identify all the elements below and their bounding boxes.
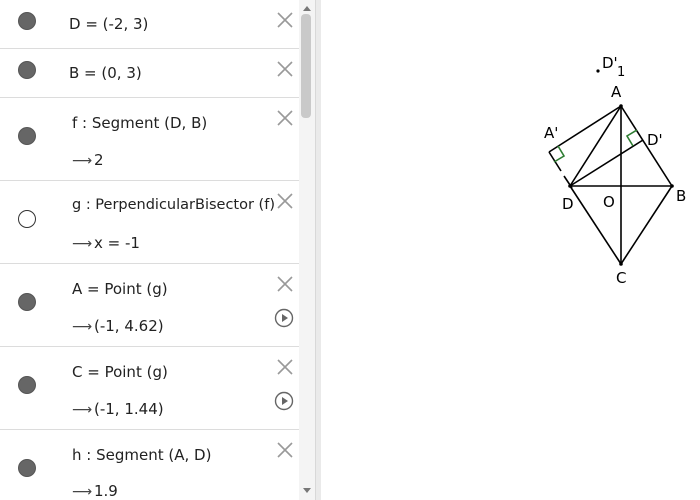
point-C[interactable] <box>619 262 623 266</box>
value-text-f: 2 <box>94 151 104 169</box>
definition-C[interactable]: C = Point (g) <box>72 363 168 381</box>
definition-f[interactable]: f : Segment (D, B) <box>72 114 207 132</box>
label-A-prime: A' <box>544 124 558 142</box>
label-D-prime: D' <box>647 131 663 149</box>
segment-DD-prime[interactable] <box>569 139 644 187</box>
close-icon[interactable] <box>276 441 294 459</box>
visibility-toggle-A[interactable] <box>18 293 36 311</box>
algebra-scrollbar[interactable] <box>299 0 315 500</box>
play-icon[interactable] <box>274 391 294 411</box>
algebra-row-h[interactable]: h : Segment (A, D) ⟶ 1.9 <box>0 430 299 500</box>
label-D-prime-1: D' <box>602 54 618 72</box>
algebra-row-f[interactable]: f : Segment (D, B) ⟶ 2 <box>0 98 299 181</box>
visibility-toggle-D[interactable] <box>18 12 36 30</box>
arrow-icon: ⟶ <box>72 319 93 335</box>
value-C: ⟶ (-1, 1.44) <box>72 400 164 418</box>
point-D-prime-1[interactable] <box>596 69 600 73</box>
close-icon[interactable] <box>276 275 294 293</box>
value-A: ⟶ (-1, 4.62) <box>72 317 164 335</box>
visibility-toggle-B[interactable] <box>18 61 36 79</box>
arrow-icon: ⟶ <box>72 153 93 169</box>
algebra-view: D = (-2, 3) B = (0, 3) f : Segment (D, B… <box>0 0 299 500</box>
close-icon[interactable] <box>276 192 294 210</box>
point-B[interactable] <box>670 184 674 188</box>
segment-BC[interactable] <box>620 185 673 265</box>
arrow-icon: ⟶ <box>72 484 93 500</box>
point-A[interactable] <box>619 104 623 108</box>
scroll-down-arrow-icon[interactable] <box>302 486 312 496</box>
close-icon[interactable] <box>276 358 294 376</box>
arrow-icon: ⟶ <box>72 402 93 418</box>
visibility-toggle-h[interactable] <box>18 459 36 477</box>
value-text-h: 1.9 <box>94 482 118 500</box>
value-g: ⟶ x = -1 <box>72 234 140 252</box>
play-icon[interactable] <box>274 308 294 328</box>
label-B: B <box>676 187 686 205</box>
visibility-toggle-f[interactable] <box>18 127 36 145</box>
value-f: ⟶ 2 <box>72 151 104 169</box>
graphics-view[interactable]: A B C D O A' D' D' 1 <box>321 0 700 500</box>
definition-D[interactable]: D = (-2, 3) <box>69 15 148 33</box>
definition-B[interactable]: B = (0, 3) <box>69 64 142 82</box>
value-text-g: x = -1 <box>94 234 140 252</box>
value-h: ⟶ 1.9 <box>72 482 118 500</box>
visibility-toggle-g[interactable] <box>18 210 36 228</box>
definition-h[interactable]: h : Segment (A, D) <box>72 446 211 464</box>
right-angle-mark-D-prime <box>625 129 638 147</box>
label-D: D <box>562 195 574 213</box>
label-D-prime-1-subscript: 1 <box>617 65 625 80</box>
segment-AA-prime[interactable] <box>548 105 622 153</box>
close-icon[interactable] <box>276 11 294 29</box>
label-C: C <box>616 269 626 287</box>
algebra-row-A[interactable]: A = Point (g) ⟶ (-1, 4.62) <box>0 264 299 347</box>
algebra-row-D[interactable]: D = (-2, 3) <box>0 0 299 49</box>
segment-DA[interactable] <box>569 105 622 187</box>
algebra-row-C[interactable]: C = Point (g) ⟶ (-1, 1.44) <box>0 347 299 430</box>
close-icon[interactable] <box>276 60 294 78</box>
visibility-toggle-C[interactable] <box>18 376 36 394</box>
value-text-A: (-1, 4.62) <box>94 317 164 335</box>
algebra-row-B[interactable]: B = (0, 3) <box>0 49 299 98</box>
label-A: A <box>611 83 622 101</box>
definition-g[interactable]: g : PerpendicularBisector (f) <box>72 197 275 213</box>
label-O: O <box>603 193 615 211</box>
scroll-up-arrow-icon[interactable] <box>302 3 312 13</box>
arrow-icon: ⟶ <box>72 236 93 252</box>
value-text-C: (-1, 1.44) <box>94 400 164 418</box>
algebra-row-g[interactable]: g : PerpendicularBisector (f) ⟶ x = -1 <box>0 181 299 264</box>
close-icon[interactable] <box>276 109 294 127</box>
definition-A[interactable]: A = Point (g) <box>72 280 168 298</box>
scroll-thumb[interactable] <box>301 14 311 118</box>
point-D[interactable] <box>568 184 572 188</box>
